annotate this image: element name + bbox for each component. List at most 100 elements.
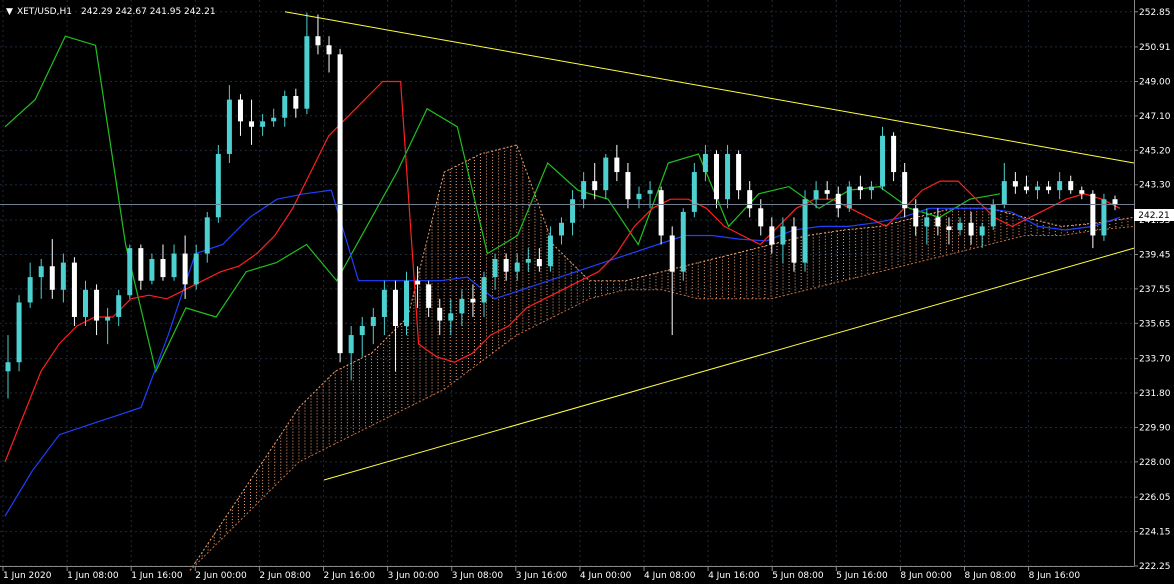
- candle-body: [1023, 186, 1029, 191]
- candle-body: [392, 289, 398, 327]
- candle-body: [249, 121, 255, 127]
- candle-body: [525, 259, 531, 263]
- candle-body: [204, 217, 210, 254]
- y-tick-label: 228.00: [1139, 458, 1171, 468]
- candle-body: [60, 262, 66, 290]
- candle-body: [1057, 181, 1063, 191]
- y-tick-label: 237.55: [1139, 285, 1171, 295]
- y-tick-label: 239.45: [1139, 250, 1171, 260]
- candle-body: [293, 95, 299, 109]
- candle-body: [370, 316, 376, 327]
- chart-symbol: XET/USD,H1: [17, 7, 72, 17]
- x-tick-label: 8 Jun 16:00: [1029, 571, 1081, 581]
- candle-body: [946, 226, 952, 231]
- candle-body: [503, 259, 509, 272]
- candle-body: [769, 226, 775, 245]
- y-tick-label: 224.15: [1139, 528, 1171, 538]
- candle-body: [359, 326, 365, 336]
- candle-body: [581, 181, 587, 200]
- time-axis-border: [0, 566, 1134, 567]
- candle-body: [625, 172, 631, 200]
- x-tick-label: 3 Jun 08:00: [452, 571, 504, 581]
- candle-body: [747, 190, 753, 209]
- candle-body: [813, 190, 819, 200]
- candle-body: [891, 135, 897, 173]
- candle-body: [260, 121, 266, 127]
- candle-body: [559, 222, 564, 236]
- candle-body: [669, 235, 675, 272]
- candle-body: [315, 36, 321, 46]
- price-chart[interactable]: 252.85250.91249.00247.10245.20243.30241.…: [0, 0, 1174, 584]
- chart-ohlc: 242.29 242.67 241.95 242.21: [81, 7, 216, 17]
- candle-body: [913, 208, 919, 227]
- x-tick-label: 8 Jun 08:00: [965, 571, 1017, 581]
- x-tick-label: 3 Jun 16:00: [516, 571, 568, 581]
- candle-body: [880, 135, 886, 187]
- candle-body: [415, 280, 421, 285]
- y-tick-label: 222.25: [1139, 562, 1171, 572]
- candle-body: [470, 298, 476, 303]
- candle-body: [404, 280, 410, 327]
- candle-body: [1112, 199, 1118, 205]
- candle-body: [348, 335, 354, 354]
- y-tick-label: 235.65: [1139, 319, 1171, 329]
- x-tick-label: 1 Jun 2020: [3, 571, 52, 581]
- candle-body: [282, 95, 288, 118]
- candle-body: [636, 193, 642, 200]
- candle-body: [514, 262, 520, 272]
- y-tick-label: 233.70: [1139, 355, 1171, 365]
- candle-body: [536, 259, 542, 267]
- candle-body: [603, 157, 609, 191]
- candle-body: [691, 172, 697, 212]
- candle-body: [326, 45, 332, 55]
- candle-body: [149, 259, 155, 281]
- candle-body: [82, 289, 88, 317]
- candle-body: [481, 277, 487, 303]
- x-tick-label: 1 Jun 08:00: [67, 571, 119, 581]
- y-tick-label: 229.90: [1139, 423, 1171, 433]
- candle-body: [437, 307, 443, 321]
- x-tick-label: 5 Jun 08:00: [772, 571, 824, 581]
- candle-body: [658, 190, 664, 236]
- candle-body: [1012, 181, 1018, 187]
- x-tick-label: 4 Jun 00:00: [580, 571, 632, 581]
- candle-body: [924, 217, 930, 227]
- candle-body: [1090, 193, 1096, 236]
- candle-body: [71, 262, 77, 317]
- candle-body: [127, 248, 133, 296]
- candle-body: [680, 211, 686, 272]
- y-tick-label: 252.85: [1139, 8, 1171, 18]
- candle-body: [990, 204, 996, 227]
- candle-body: [271, 117, 277, 122]
- chart-background: [0, 0, 1174, 584]
- symbol-dropdown-icon[interactable]: ▼: [6, 7, 13, 17]
- candle-body: [193, 253, 199, 285]
- candle-body: [547, 235, 553, 267]
- candle-body: [459, 298, 465, 314]
- candle-body: [237, 99, 243, 122]
- x-tick-label: 2 Jun 16:00: [324, 571, 376, 581]
- x-tick-label: 1 Jun 16:00: [131, 571, 183, 581]
- candle-body: [337, 54, 343, 354]
- candle-body: [49, 266, 55, 290]
- x-tick-label: 2 Jun 00:00: [195, 571, 247, 581]
- candle-body: [702, 153, 708, 173]
- x-tick-label: 5 Jun 16:00: [836, 571, 888, 581]
- candle-body: [116, 295, 122, 317]
- y-tick-label: 250.91: [1139, 43, 1171, 53]
- candle-body: [725, 153, 731, 200]
- candle-body: [16, 302, 22, 363]
- y-tick-label: 245.20: [1139, 146, 1171, 156]
- x-tick-label: 4 Jun 16:00: [708, 571, 760, 581]
- current-price-label: 242.21: [1138, 211, 1170, 221]
- candle-body: [592, 181, 598, 191]
- candle-body: [105, 316, 111, 321]
- candle-body: [736, 153, 742, 191]
- candle-body: [1068, 181, 1074, 191]
- x-tick-label: 4 Jun 08:00: [644, 571, 696, 581]
- candle-body: [957, 222, 963, 231]
- candle-body: [802, 199, 808, 263]
- candle-body: [570, 199, 576, 223]
- candle-body: [27, 277, 33, 303]
- candle-body: [226, 99, 232, 154]
